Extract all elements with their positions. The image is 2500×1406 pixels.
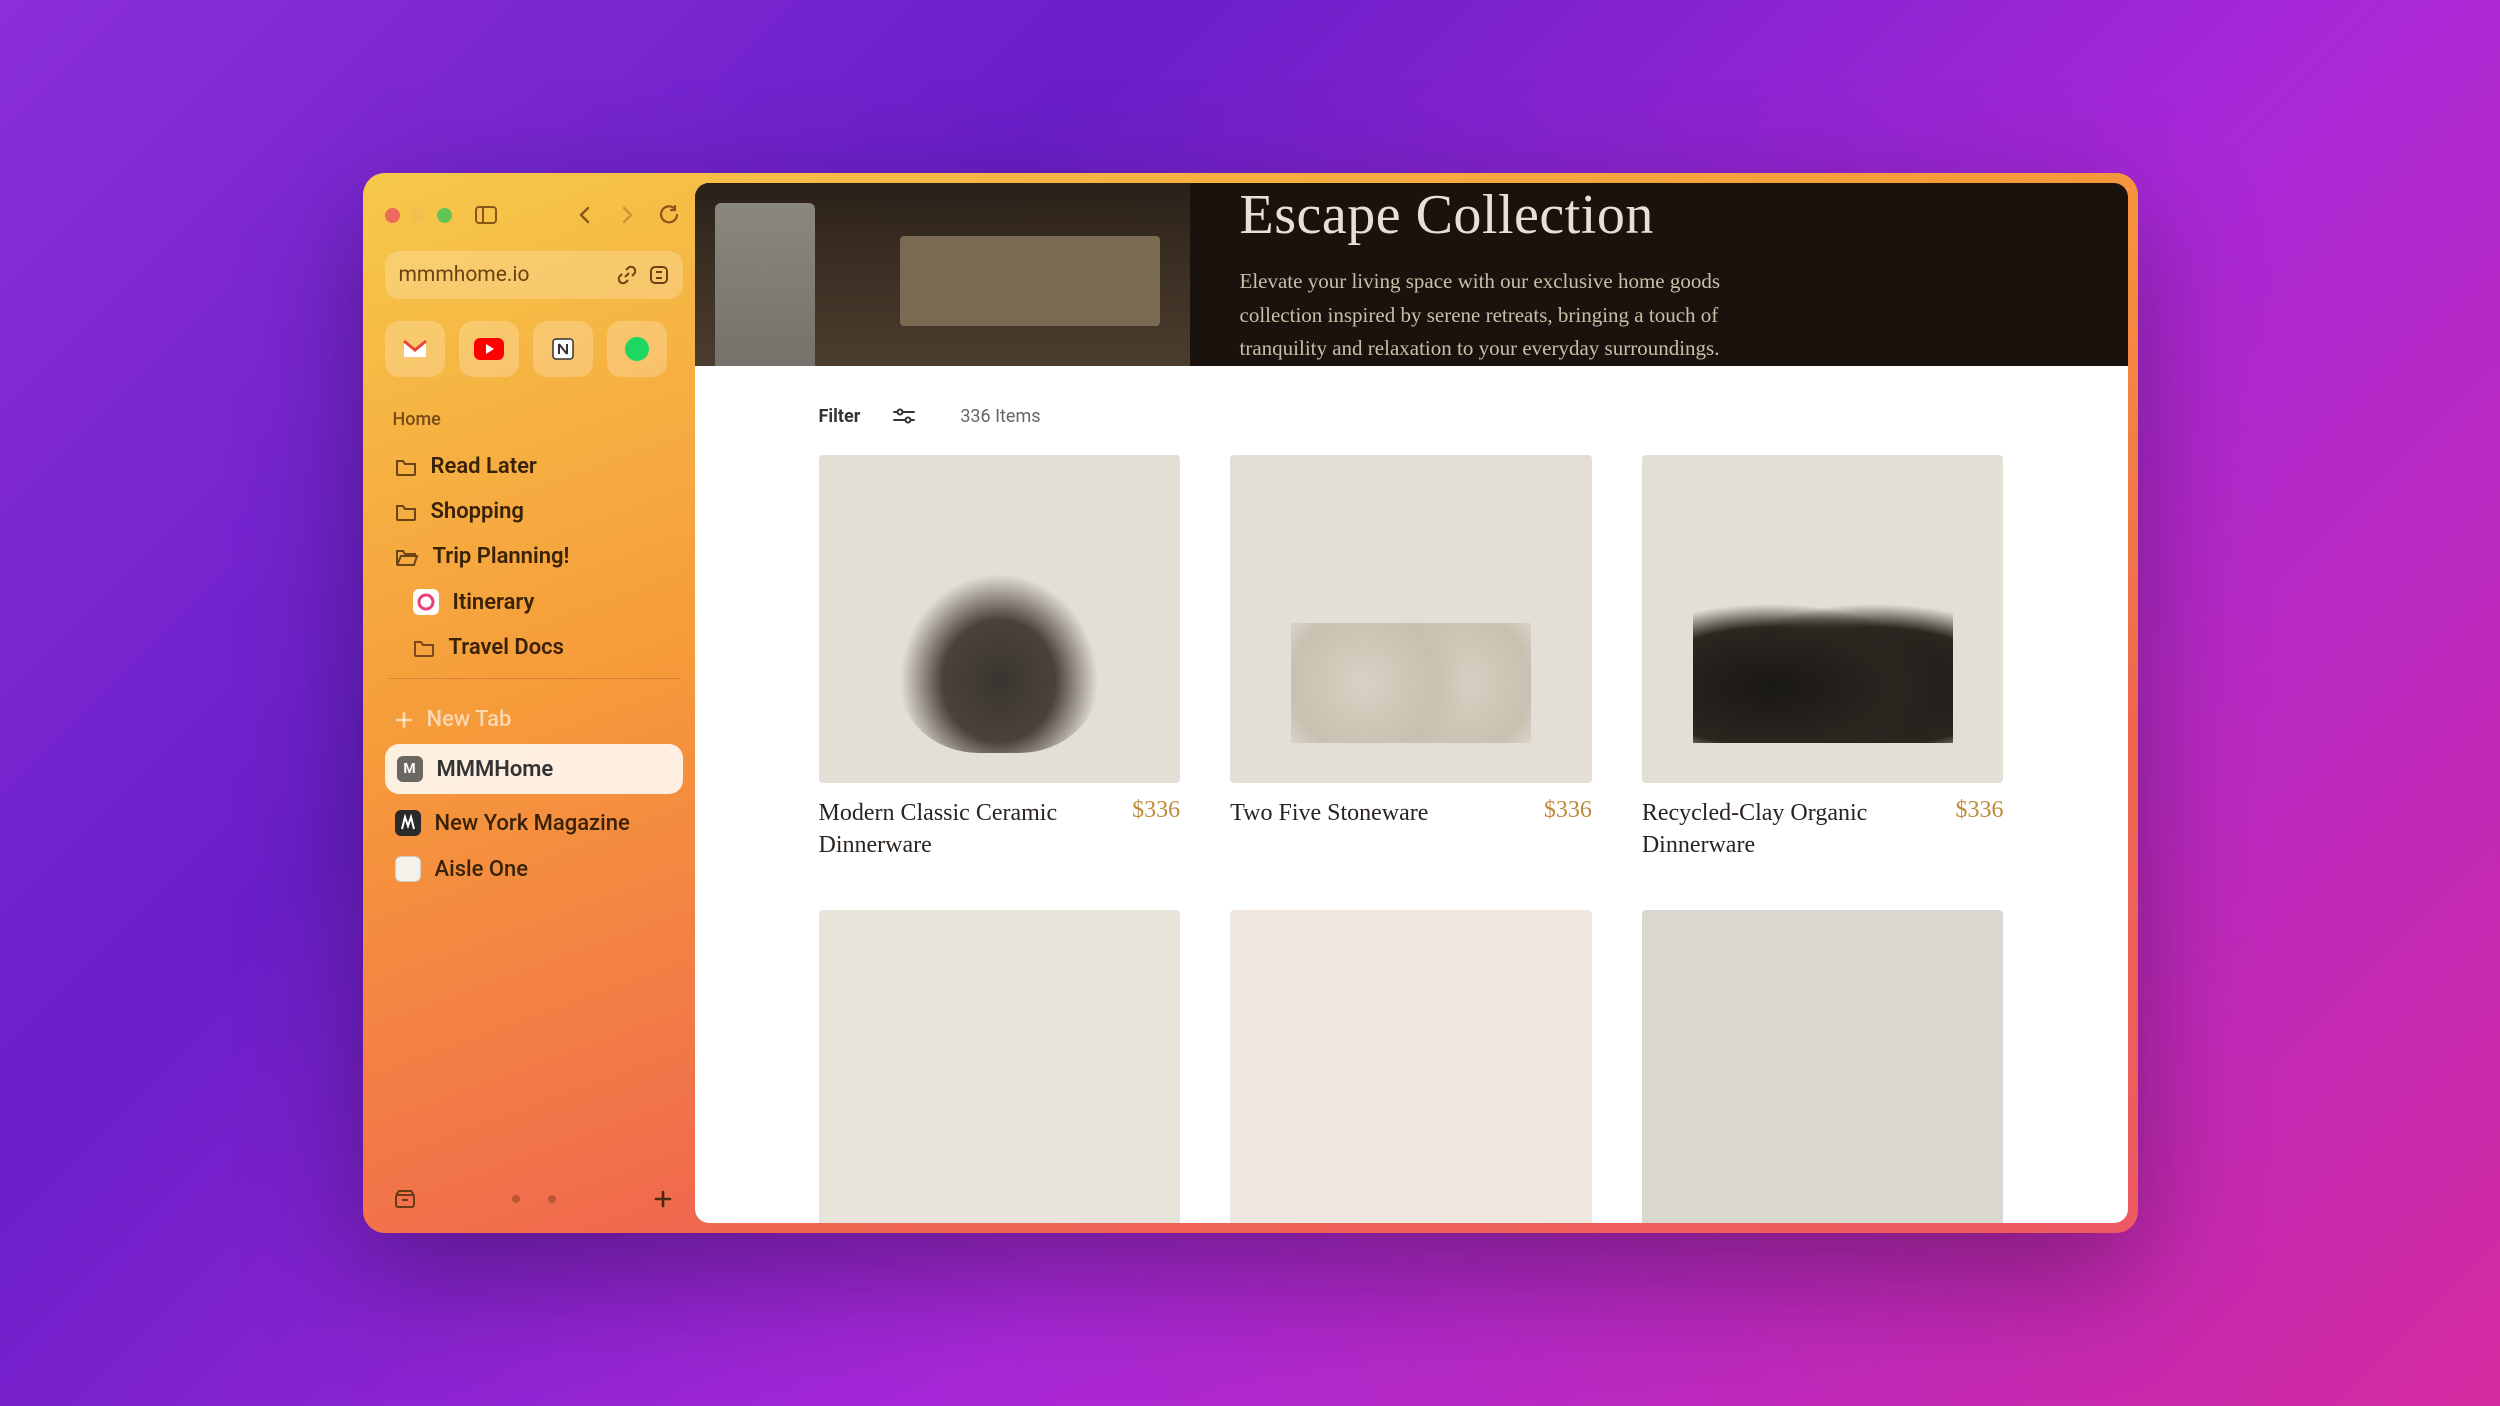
pinned-notion[interactable] <box>533 321 593 377</box>
filter-bar: Filter 336 Items <box>695 366 2128 455</box>
close-window-button[interactable] <box>385 208 400 223</box>
pinned-spotify[interactable] <box>607 321 667 377</box>
product-image <box>1642 455 2004 783</box>
maximize-window-button[interactable] <box>437 208 452 223</box>
product-card[interactable]: Modern Classic Ceramic Dinnerware $336 <box>819 455 1181 862</box>
tab-mmmhome[interactable]: M MMMHome <box>385 744 683 794</box>
forward-button[interactable] <box>613 201 641 229</box>
window-controls-row <box>385 201 683 229</box>
product-card[interactable]: Two Five Stoneware $336 <box>1230 455 1592 862</box>
product-card[interactable] <box>819 910 1181 1223</box>
folder-label: Read Later <box>431 454 537 479</box>
product-image <box>1642 910 2004 1223</box>
pinned-youtube[interactable] <box>459 321 519 377</box>
product-price: $336 <box>1955 797 2003 824</box>
item-count: 336 Items <box>960 406 1040 427</box>
minimize-window-button[interactable] <box>411 208 426 223</box>
hero-title: Escape Collection <box>1240 183 2078 247</box>
new-tab-button[interactable]: New Tab <box>385 695 683 744</box>
subitem-itinerary[interactable]: Itinerary <box>403 579 683 625</box>
filter-label: Filter <box>819 406 861 427</box>
product-price: $336 <box>1544 797 1592 824</box>
plus-icon <box>395 711 413 729</box>
url-text: mmmhome.io <box>399 263 530 287</box>
space-dot <box>512 1195 520 1203</box>
sidebar-divider <box>389 678 679 679</box>
product-card[interactable] <box>1642 910 2004 1223</box>
archive-icon[interactable] <box>391 1185 419 1213</box>
pinned-gmail[interactable] <box>385 321 445 377</box>
subitem-travel-docs[interactable]: Travel Docs <box>403 625 683 670</box>
folder-trip-planning[interactable]: Trip Planning! <box>385 534 683 579</box>
site-settings-icon[interactable] <box>649 265 669 285</box>
product-price: $336 <box>1132 797 1180 824</box>
product-image <box>819 455 1181 783</box>
sidebar-footer <box>385 1177 683 1213</box>
tab-nymag[interactable]: New York Magazine <box>385 800 683 846</box>
hero-banner: Escape Collection Elevate your living sp… <box>695 183 2128 366</box>
new-tab-label: New Tab <box>427 707 512 732</box>
browser-window: mmmhome.io Home <box>363 173 2138 1233</box>
folder-shopping[interactable]: Shopping <box>385 489 683 534</box>
url-bar[interactable]: mmmhome.io <box>385 251 683 299</box>
product-card[interactable]: Recycled-Clay Organic Dinnerware $336 <box>1642 455 2004 862</box>
tab-label: Aisle One <box>435 857 529 882</box>
space-dot <box>548 1195 556 1203</box>
page-content: Escape Collection Elevate your living sp… <box>695 183 2128 1223</box>
folder-icon <box>395 458 417 476</box>
product-name: Two Five Stoneware <box>1230 797 1428 829</box>
subitem-label: Travel Docs <box>449 635 564 660</box>
product-image <box>819 910 1181 1223</box>
pinned-tabs <box>385 321 683 377</box>
sidebar: mmmhome.io Home <box>373 183 695 1223</box>
traffic-lights <box>385 208 452 223</box>
product-name: Recycled-Clay Organic Dinnerware <box>1642 797 1940 862</box>
tab-label: New York Magazine <box>435 811 630 836</box>
folder-icon <box>395 503 417 521</box>
hero-image <box>695 183 1190 366</box>
product-name: Modern Classic Ceramic Dinnerware <box>819 797 1117 862</box>
folder-label: Trip Planning! <box>433 544 570 569</box>
folder-read-later[interactable]: Read Later <box>385 444 683 489</box>
folder-open-icon <box>395 548 419 566</box>
product-card[interactable] <box>1230 910 1592 1223</box>
folder-label: Shopping <box>431 499 524 524</box>
product-image <box>1230 910 1592 1223</box>
itinerary-icon <box>413 589 439 615</box>
hero-description: Elevate your living space with our exclu… <box>1240 265 1760 366</box>
hero-text: Escape Collection Elevate your living sp… <box>1190 183 2128 366</box>
space-label[interactable]: Home <box>393 409 675 430</box>
folder-icon <box>413 639 435 657</box>
space-indicator[interactable] <box>512 1195 556 1203</box>
product-image <box>1230 455 1592 783</box>
tab-label: MMMHome <box>437 757 554 782</box>
filter-icon[interactable] <box>892 408 916 424</box>
reload-button[interactable] <box>655 201 683 229</box>
new-space-button[interactable] <box>649 1185 677 1213</box>
sidebar-toggle-icon[interactable] <box>472 201 500 229</box>
tab-aisleone[interactable]: Aisle One <box>385 846 683 892</box>
favicon <box>395 856 421 882</box>
product-grid: Modern Classic Ceramic Dinnerware $336 T… <box>695 455 2128 1223</box>
link-icon[interactable] <box>617 265 637 285</box>
favicon: M <box>397 756 423 782</box>
back-button[interactable] <box>571 201 599 229</box>
subitem-label: Itinerary <box>453 590 535 615</box>
favicon <box>395 810 421 836</box>
